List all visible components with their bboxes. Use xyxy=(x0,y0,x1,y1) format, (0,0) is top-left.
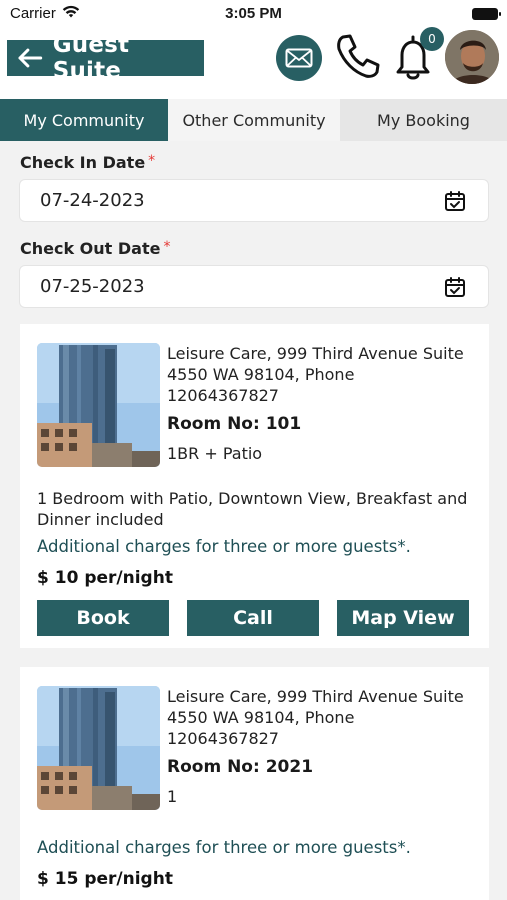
check-out-date-field[interactable]: 07-25-2023 xyxy=(19,265,489,308)
room-type: 1BR + Patio xyxy=(167,444,263,463)
mail-icon xyxy=(285,48,313,68)
check-in-label: Check In Date * xyxy=(20,153,155,172)
phone-button[interactable] xyxy=(333,31,383,81)
room-price: $ 10 per/night xyxy=(37,568,173,588)
room-description: 1 Bedroom with Patio, Downtown View, Bre… xyxy=(37,489,468,529)
book-button[interactable]: Book xyxy=(37,600,169,636)
map-view-button[interactable]: Map View xyxy=(337,600,469,636)
avatar[interactable] xyxy=(445,30,499,84)
room-address: Leisure Care, 999 Third Avenue Suite 455… xyxy=(167,687,464,748)
required-mark: * xyxy=(163,239,171,255)
tab-bar: My Community Other Community My Booking xyxy=(0,99,507,141)
tab-other-community[interactable]: Other Community xyxy=(168,99,340,141)
status-bar: Carrier 3:05 PM xyxy=(0,0,507,28)
check-out-label-text: Check Out Date xyxy=(20,239,161,258)
calendar-icon[interactable] xyxy=(444,190,466,212)
room-card: Leisure Care, 999 Third Avenue Suite 455… xyxy=(20,667,489,900)
room-address: Leisure Care, 999 Third Avenue Suite 455… xyxy=(167,344,464,405)
room-image xyxy=(37,686,160,810)
room-image xyxy=(37,343,160,467)
room-card: Leisure Care, 999 Third Avenue Suite 455… xyxy=(20,324,489,648)
charges-note: Additional charges for three or more gue… xyxy=(37,537,411,556)
avatar-image xyxy=(445,30,499,84)
content-area: Check In Date * 07-24-2023 Check Out Date… xyxy=(0,141,507,900)
check-out-label: Check Out Date * xyxy=(20,239,170,258)
back-arrow-icon xyxy=(18,48,43,68)
status-time: 3:05 PM xyxy=(225,5,282,22)
check-in-label-text: Check In Date xyxy=(20,153,146,172)
back-title-button[interactable]: Guest Suite xyxy=(7,32,204,84)
check-in-date-value: 07-24-2023 xyxy=(40,190,145,211)
battery-icon xyxy=(472,8,501,20)
room-price: $ 15 per/night xyxy=(37,869,173,889)
notification-badge: 0 xyxy=(420,27,444,51)
required-mark: * xyxy=(148,153,156,169)
tab-my-booking[interactable]: My Booking xyxy=(340,99,507,141)
check-in-date-field[interactable]: 07-24-2023 xyxy=(19,179,489,222)
mail-button[interactable] xyxy=(276,35,322,81)
phone-icon xyxy=(337,34,380,78)
room-type: 1 xyxy=(167,787,178,806)
charges-note: Additional charges for three or more gue… xyxy=(37,838,411,857)
room-number: Room No: 101 xyxy=(167,414,302,434)
room-number: Room No: 2021 xyxy=(167,757,314,777)
page-title: Guest Suite xyxy=(52,32,130,84)
calendar-icon[interactable] xyxy=(444,276,466,298)
call-button[interactable]: Call xyxy=(187,600,319,636)
tab-my-community[interactable]: My Community xyxy=(0,99,168,141)
check-out-date-value: 07-25-2023 xyxy=(40,276,145,297)
